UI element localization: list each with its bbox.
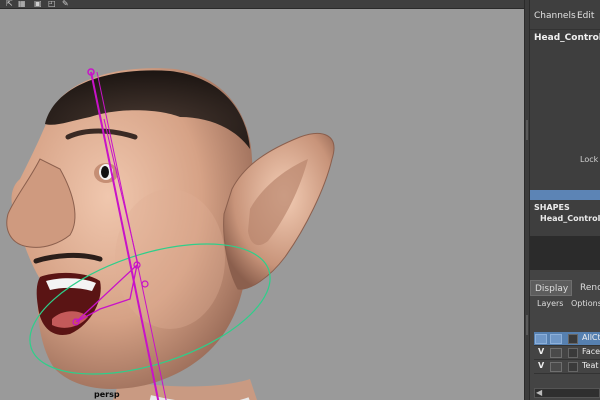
tab-render[interactable]: Rend (576, 280, 600, 296)
shapes-section: SHAPES Head_ControlS (530, 200, 600, 236)
layer-row[interactable]: V Teat (534, 360, 600, 374)
lock-attribute-label[interactable]: Lock E (580, 155, 600, 164)
viewport-toolbar: ⇱ ▦ ▣ ◰ ✎ (0, 0, 524, 9)
grid-icon[interactable]: ▦ (18, 0, 26, 8)
inputs-area (530, 236, 600, 270)
object-name[interactable]: Head_Control (534, 33, 600, 43)
menu-channels[interactable]: Channels (534, 11, 576, 21)
layer-color-swatch[interactable] (568, 362, 578, 372)
visibility-toggle[interactable] (535, 334, 547, 344)
camera-label: persp (94, 390, 120, 399)
layer-name[interactable]: Face (582, 347, 600, 356)
camera-icon[interactable]: ▣ (34, 0, 42, 8)
tab-display[interactable]: Display (530, 280, 572, 296)
perspective-viewport[interactable]: ⇱ ▦ ▣ ◰ ✎ persp (0, 0, 524, 400)
select-arrow-icon[interactable]: ⇱ (6, 0, 13, 8)
layer-editor-menubar: Layers Options (530, 296, 600, 312)
layer-row[interactable]: V Face (534, 346, 600, 360)
splitter-grip[interactable] (526, 120, 528, 140)
visibility-toggle[interactable]: V (538, 347, 544, 356)
channel-box-panel: Channels Edit Head_Control Lock E SHAPES… (530, 0, 600, 400)
visibility-toggle[interactable]: V (538, 361, 544, 370)
shape-node-name[interactable]: Head_ControlS (540, 214, 600, 223)
layer-name[interactable]: Teat (582, 361, 599, 370)
splitter-grip[interactable] (526, 315, 528, 335)
menu-options[interactable]: Options (571, 299, 600, 308)
layer-color-swatch[interactable] (568, 334, 578, 344)
menu-layers[interactable]: Layers (537, 299, 563, 308)
layer-row[interactable]: AllCt (534, 332, 600, 346)
playback-toggle[interactable] (550, 334, 562, 344)
horizontal-scrollbar[interactable]: ◀ (534, 388, 600, 398)
layer-name[interactable]: AllCt (582, 333, 600, 342)
tool-icon[interactable]: ✎ (62, 0, 69, 8)
channel-list[interactable]: Head_Control Lock E (530, 30, 600, 190)
head-model-render[interactable] (0, 9, 524, 400)
channel-box-menubar: Channels Edit (530, 0, 600, 30)
playback-toggle[interactable] (550, 362, 562, 372)
selected-channel-row[interactable] (530, 190, 600, 200)
layer-color-swatch[interactable] (568, 348, 578, 358)
scroll-left-icon[interactable]: ◀ (536, 388, 542, 397)
layer-list: AllCt V Face V Teat (534, 332, 600, 374)
playback-toggle[interactable] (550, 348, 562, 358)
shapes-header: SHAPES (534, 203, 570, 212)
layer-editor-tabs: Display Rend (530, 280, 600, 296)
cube-icon[interactable]: ◰ (48, 0, 56, 8)
menu-edit[interactable]: Edit (577, 11, 594, 21)
